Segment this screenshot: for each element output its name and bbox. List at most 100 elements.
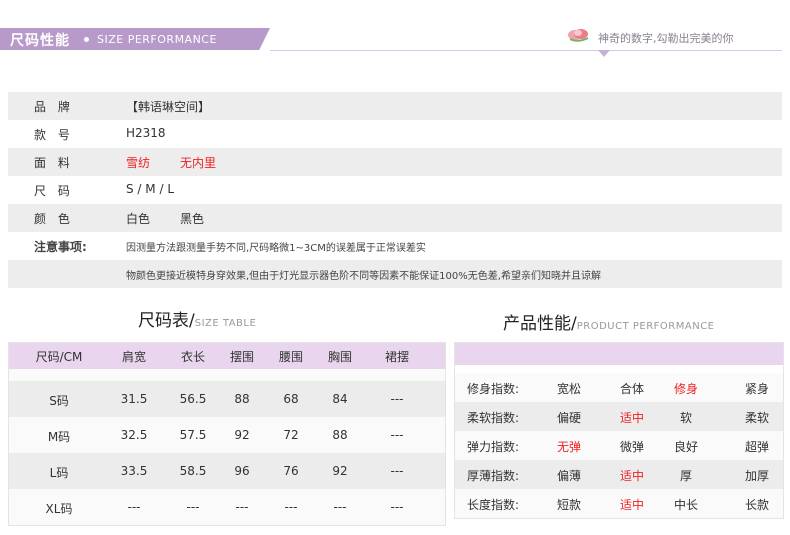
column-header: 衣长	[180, 350, 206, 364]
spec-value: H2318	[126, 126, 166, 140]
performance-option: 厚	[679, 469, 693, 483]
spec-value: 白色	[126, 212, 151, 226]
performance-label: 弹力指数:	[467, 440, 520, 454]
spec-value: S / M / L	[126, 182, 174, 196]
column-header: 裙摆	[384, 350, 410, 364]
performance-title-sub: PRODUCT PERFORMANCE	[576, 321, 715, 332]
table-cell: M码	[47, 430, 71, 444]
table-cell: 84	[332, 392, 348, 406]
performance-row: 弹力指数: 无弹 微弹 良好 超弹	[455, 431, 783, 460]
spec-label: 颜 色	[34, 212, 74, 226]
spec-row-style: 款 号 H2318	[8, 120, 782, 148]
column-header: 摆围	[229, 350, 255, 364]
table-cell: ---	[390, 500, 404, 514]
table-cell: XL码	[45, 502, 73, 516]
spec-row-size: 尺 码 S / M / L	[8, 176, 782, 204]
column-header: 腰围	[278, 350, 304, 364]
spec-value: 黑色	[180, 212, 205, 226]
notice-label: 注意事项:	[34, 240, 87, 254]
table-row: L码 33.5 58.5 96 76 92 ---	[9, 453, 445, 489]
performance-rows: 修身指数: 宽松 合体 修身 紧身 柔软指数: 偏硬 适中软柔软 弹力指数: 无弹 微弹 良好 超弹 厚薄…	[455, 373, 783, 518]
table-cell: 33.5	[120, 464, 148, 478]
column-header: 胸围	[327, 350, 353, 364]
performance-label: 长度指数:	[467, 498, 520, 512]
spec-row-color: 颜 色 白色 黑色	[8, 204, 782, 232]
table-cell: ---	[235, 500, 249, 514]
table-cell: 58.5	[179, 464, 207, 478]
spec-row-notice-cont: 物颜色更接近模特身穿效果,但由于灯光显示器色阶不同等因素不能保证100%无色差,…	[8, 260, 782, 288]
performance-option: 紧身	[744, 382, 770, 396]
performance-option: 柔软	[744, 411, 770, 425]
spec-label: 款 号	[34, 128, 74, 142]
table-cell: 96	[234, 464, 250, 478]
table-cell: 31.5	[120, 392, 148, 406]
performance-option: 中长	[673, 498, 699, 512]
header-title: 尺码性能	[10, 33, 70, 49]
table-cell: ---	[127, 500, 141, 514]
table-cell: ---	[390, 464, 404, 478]
table-cell: ---	[284, 500, 298, 514]
column-header: 尺码/CM	[35, 350, 83, 364]
bullet-dot-icon	[84, 37, 89, 42]
column-header: 肩宽	[121, 350, 147, 364]
table-cell: 57.5	[179, 428, 207, 442]
table-cell: ---	[333, 500, 347, 514]
performance-option: 微弹	[619, 440, 645, 454]
header-subtitle: SIZE PERFORMANCE	[97, 33, 217, 46]
performance-option-selected: 无弹	[556, 440, 582, 454]
spec-row-brand: 品 牌 【韩语琳空间】	[8, 92, 782, 120]
size-table-title-sub: SIZE TABLE	[194, 318, 257, 329]
spec-row-fabric: 面 料 雪纺 无内里	[8, 148, 782, 176]
spec-value: 雪纺	[126, 156, 151, 170]
header-slogan: 神奇的数字,勾勒出完美的你	[598, 32, 734, 45]
notice-text: 因测量方法跟测量手势不同,尺码略微1~3CM的误差属于正常误差实	[126, 243, 426, 254]
performance-row: 修身指数: 宽松 合体 修身 紧身	[455, 373, 783, 402]
spec-label: 面 料	[34, 156, 74, 170]
divider-pointer-icon	[598, 50, 610, 57]
spec-label: 尺 码	[34, 184, 74, 198]
table-cell: 76	[283, 464, 299, 478]
performance-option-selected: 适中	[619, 498, 645, 512]
performance-header	[455, 343, 783, 365]
table-cell: 68	[283, 392, 299, 406]
spec-row-notice: 注意事项: 因测量方法跟测量手势不同,尺码略微1~3CM的误差属于正常误差实	[8, 232, 782, 260]
table-cell: 88	[234, 392, 250, 406]
rose-icon	[568, 29, 589, 42]
performance-option-selected: 适中	[619, 469, 645, 483]
performance-option: 软	[679, 411, 693, 425]
performance-label: 柔软指数:	[467, 411, 520, 425]
spec-label: 品 牌	[34, 100, 74, 114]
size-table: 尺码/CM 肩宽 衣长 摆围 腰围 胸围 裙摆 S码 31.5 56.5 88 …	[8, 342, 446, 526]
table-cell: ---	[390, 428, 404, 442]
spec-table: 品 牌 【韩语琳空间】 款 号 H2318 面 料 雪纺 无内里 尺 码 S /…	[8, 92, 782, 288]
performance-option: 短款	[556, 498, 582, 512]
size-table-header: 尺码/CM 肩宽 衣长 摆围 腰围 胸围 裙摆	[9, 343, 445, 369]
performance-label: 厚薄指数:	[467, 469, 520, 483]
performance-row: 柔软指数: 偏硬 适中 软 柔软	[455, 402, 783, 431]
table-row: XL码 --- --- --- --- --- ---	[9, 489, 445, 525]
spec-value: 【韩语琳空间】	[126, 100, 211, 114]
performance-option: 良好	[673, 440, 699, 454]
performance-option: 偏硬	[556, 411, 582, 425]
performance-title-main: 产品性能/	[503, 314, 577, 334]
table-cell: ---	[186, 500, 200, 514]
performance-option: 偏薄	[556, 469, 582, 483]
performance-option-selected: 修身	[673, 382, 699, 396]
table-row: M码 32.5 57.5 92 72 88 ---	[9, 417, 445, 453]
header-divider	[270, 50, 782, 51]
performance-table: 修身指数: 宽松 合体 修身 紧身 柔软指数: 偏硬 适中软柔软 弹力指数: 无弹 微弹 良好 超弹 厚薄…	[454, 342, 784, 519]
table-cell: 92	[234, 428, 250, 442]
performance-option: 超弹	[744, 440, 770, 454]
size-table-title: 尺码表/SIZE TABLE	[138, 306, 256, 331]
table-cell: 88	[332, 428, 348, 442]
performance-row: 长度指数: 短款 适中 中长 长款	[455, 489, 783, 518]
table-cell: S码	[49, 394, 69, 408]
performance-option: 加厚	[744, 469, 770, 483]
performance-row: 厚薄指数: 偏薄 适中 厚 加厚	[455, 460, 783, 489]
notice-text: 物颜色更接近模特身穿效果,但由于灯光显示器色阶不同等因素不能保证100%无色差,…	[126, 271, 601, 282]
table-cell: 72	[283, 428, 299, 442]
performance-option: 合体	[619, 382, 645, 396]
table-cell: 92	[332, 464, 348, 478]
size-table-spacer	[9, 369, 445, 381]
table-row: S码 31.5 56.5 88 68 84 ---	[9, 381, 445, 417]
